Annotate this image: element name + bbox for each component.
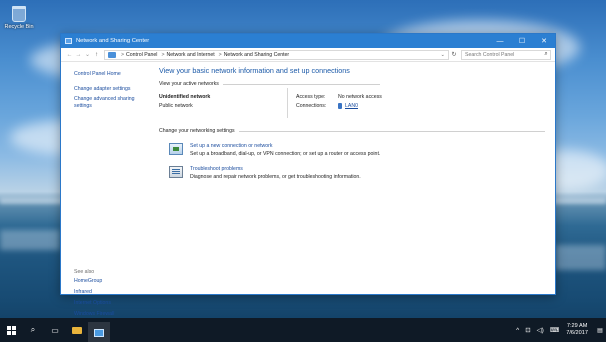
system-tray: ^ ⊡ ◁) ⌨ 7:29 AM 7/6/2017 ▤ <box>513 318 606 342</box>
clock-time: 7:29 AM <box>566 323 588 329</box>
clock[interactable]: 7:29 AM 7/6/2017 <box>566 323 588 337</box>
up-arrow-icon[interactable]: ↑ <box>92 52 101 58</box>
search-icon[interactable]: ⌕ <box>542 51 550 58</box>
taskbar-search-icon[interactable]: ⌕ <box>22 318 44 342</box>
see-also-infrared[interactable]: Infrared <box>74 289 114 296</box>
tray-volume-icon[interactable]: ◁) <box>537 326 544 334</box>
troubleshoot-description: Diagnose and repair network problems, or… <box>190 174 361 180</box>
navigation-bar: ← → ⌄ ↑ > Control Panel > Network and In… <box>61 48 555 62</box>
breadcrumb-network-sharing-center[interactable]: Network and Sharing Center <box>224 52 289 58</box>
tray-overflow-icon[interactable]: ^ <box>516 327 519 334</box>
change-settings-section: Change your networking settings <box>159 128 545 134</box>
see-also-windows-firewall[interactable]: Windows Firewall <box>74 311 114 318</box>
recycle-bin-icon <box>12 6 26 22</box>
section-divider <box>222 83 380 85</box>
connections-label: Connections: <box>296 103 327 109</box>
network-name: Unidentified network <box>159 94 211 100</box>
active-networks-section: View your active networks <box>159 81 545 87</box>
see-also-list: HomeGroup Infrared Internet Options Wind… <box>74 278 114 322</box>
task-new-connection: Set up a new connection or network Set u… <box>169 143 545 157</box>
new-connection-description: Set up a broadband, dial-up, or VPN conn… <box>190 151 381 157</box>
search-input[interactable]: Search Control Panel ⌕ <box>461 49 551 60</box>
forward-arrow-icon[interactable]: → <box>74 52 83 58</box>
new-connection-link[interactable]: Set up a new connection or network <box>190 143 380 149</box>
address-dropdown-icon[interactable]: ⌄ <box>438 52 448 58</box>
recent-locations-icon[interactable]: ⌄ <box>83 51 92 58</box>
see-also-internet-options[interactable]: Internet Options <box>74 300 114 307</box>
address-bar[interactable]: > Control Panel > Network and Internet >… <box>104 49 449 60</box>
network-icon <box>108 51 116 58</box>
breadcrumb-network-internet[interactable]: Network and Internet <box>167 52 215 58</box>
ethernet-icon <box>338 103 342 109</box>
tray-keyboard-icon[interactable]: ⌨ <box>550 326 559 334</box>
clock-date: 7/6/2017 <box>566 330 588 336</box>
task-troubleshoot: Troubleshoot problems Diagnose and repai… <box>169 166 545 180</box>
refresh-icon[interactable]: ↻ <box>449 51 459 58</box>
change-settings-heading: Change your networking settings <box>159 128 235 134</box>
network-setup-icon <box>169 143 183 155</box>
network-identity: Unidentified network Public network <box>159 94 287 118</box>
network-sharing-center-window: Network and Sharing Center — ☐ ✕ ← → ⌄ ↑… <box>60 33 556 317</box>
breadcrumb-separator: > <box>218 51 222 58</box>
sidebar-item-control-panel-home[interactable]: Control Panel Home <box>74 71 151 78</box>
taskbar: ⌕ ▭ ^ ⊡ ◁) ⌨ 7:29 AM 7/6/2017 ▤ <box>0 318 606 342</box>
vertical-divider <box>287 88 288 118</box>
network-properties: Access type: No network access Connectio… <box>296 94 382 118</box>
connections-row: Connections: LAN0 <box>296 103 382 109</box>
control-panel-taskbar-button[interactable] <box>88 321 110 342</box>
connection-name: LAN0 <box>345 103 358 109</box>
sidebar: Control Panel Home Change adapter settin… <box>61 62 151 317</box>
recycle-bin-label: Recycle Bin <box>4 24 34 30</box>
search-placeholder: Search Control Panel <box>465 51 515 58</box>
sea-glint <box>0 230 60 250</box>
see-also-heading: See also <box>74 269 95 275</box>
back-arrow-icon[interactable]: ← <box>65 52 74 58</box>
active-networks-heading: View your active networks <box>159 81 219 87</box>
recycle-bin[interactable]: Recycle Bin <box>4 6 34 30</box>
window-title: Network and Sharing Center <box>76 38 150 44</box>
access-type-label: Access type: <box>296 94 326 100</box>
troubleshoot-icon <box>169 166 183 178</box>
tray-network-icon[interactable]: ⊡ <box>525 326 530 334</box>
section-divider <box>238 130 545 132</box>
control-panel-icon <box>65 38 72 44</box>
close-button[interactable]: ✕ <box>533 34 555 48</box>
title-bar[interactable]: Network and Sharing Center — ☐ ✕ <box>61 34 555 48</box>
breadcrumb-separator: > <box>121 51 125 58</box>
windows-logo-icon <box>6 325 16 335</box>
folder-icon <box>72 326 82 334</box>
access-type-value: No network access <box>338 94 382 100</box>
action-center-icon[interactable]: ▤ <box>594 318 606 342</box>
access-type-row: Access type: No network access <box>296 94 382 100</box>
minimize-button[interactable]: — <box>489 34 511 48</box>
breadcrumb-separator: > <box>161 51 165 58</box>
network-type: Public network <box>159 103 193 109</box>
start-button[interactable] <box>0 318 22 342</box>
troubleshoot-link[interactable]: Troubleshoot problems <box>190 166 361 172</box>
maximize-button[interactable]: ☐ <box>511 34 533 48</box>
see-also-homegroup[interactable]: HomeGroup <box>74 278 114 285</box>
connection-link[interactable]: LAN0 <box>338 103 358 109</box>
sidebar-item-change-adapter-settings[interactable]: Change adapter settings <box>74 86 151 93</box>
sidebar-item-change-advanced-sharing[interactable]: Change advanced sharing settings <box>74 96 151 109</box>
page-title: View your basic network information and … <box>159 66 350 75</box>
sea-glint <box>555 245 606 270</box>
file-explorer-button[interactable] <box>66 318 88 342</box>
task-view-icon[interactable]: ▭ <box>44 318 66 342</box>
breadcrumb-control-panel[interactable]: Control Panel <box>126 52 157 58</box>
active-network-info: Unidentified network Public network Acce… <box>159 88 545 118</box>
control-panel-icon <box>94 328 104 337</box>
main-content: View your basic network information and … <box>159 62 545 294</box>
